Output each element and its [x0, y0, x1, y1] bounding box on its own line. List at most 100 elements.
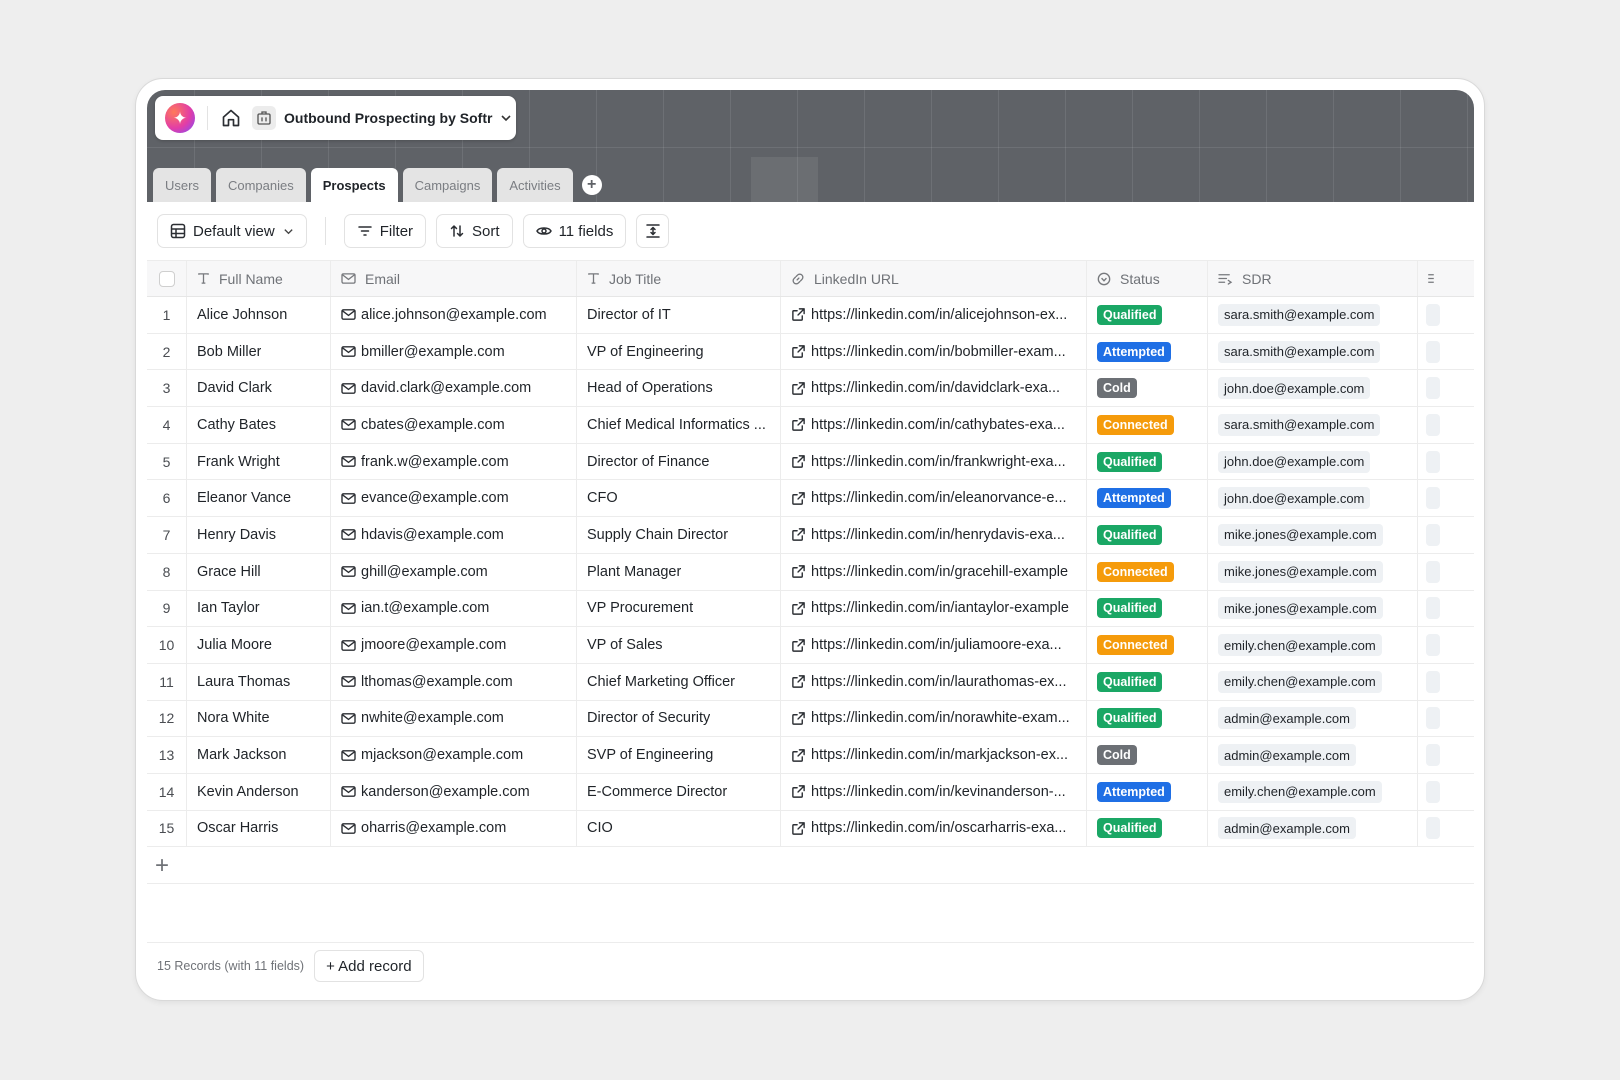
cell-linkedin[interactable]: https://linkedin.com/in/henrydavis-exa..…: [781, 517, 1087, 553]
cell-status[interactable]: Qualified: [1087, 443, 1208, 480]
cell-job-title[interactable]: E-Commerce Director: [577, 773, 781, 810]
cell-full-name[interactable]: Frank Wright: [187, 443, 331, 480]
cell-status[interactable]: Qualified: [1087, 297, 1208, 333]
cell-email[interactable]: ian.t@example.com: [331, 590, 577, 627]
cell-job-title[interactable]: Chief Marketing Officer: [577, 663, 781, 700]
cell-job-title[interactable]: CFO: [577, 480, 781, 517]
cell-more[interactable]: [1418, 517, 1474, 553]
cell-full-name[interactable]: Alice Johnson: [187, 297, 331, 333]
column-header-email[interactable]: Email: [331, 261, 577, 296]
select-all-checkbox[interactable]: [158, 270, 175, 287]
cell-linkedin[interactable]: https://linkedin.com/in/frankwright-exa.…: [781, 443, 1087, 480]
column-header-job-title[interactable]: Job Title: [577, 261, 781, 296]
cell-email[interactable]: cbates@example.com: [331, 407, 577, 443]
cell-email[interactable]: lthomas@example.com: [331, 663, 577, 700]
add-record-button[interactable]: + Add record: [314, 950, 424, 982]
tab-companies[interactable]: Companies: [215, 168, 306, 202]
tab-campaigns[interactable]: Campaigns: [402, 168, 493, 202]
linkedin-link[interactable]: https://linkedin.com/in/frankwright-exa.…: [781, 454, 1066, 470]
cell-job-title[interactable]: Director of Finance: [577, 443, 781, 480]
cell-email[interactable]: kanderson@example.com: [331, 773, 577, 810]
linkedin-link[interactable]: https://linkedin.com/in/iantaylor-exampl…: [781, 600, 1069, 616]
table-row[interactable]: 1 Alice Johnson alice.johnson@example.com D…: [147, 297, 1474, 334]
linkedin-link[interactable]: https://linkedin.com/in/gracehill-exampl…: [781, 564, 1068, 580]
email-value[interactable]: frank.w@example.com: [331, 454, 509, 470]
cell-sdr[interactable]: admin@example.com: [1208, 737, 1418, 773]
cell-email[interactable]: ghill@example.com: [331, 553, 577, 590]
cell-linkedin[interactable]: https://linkedin.com/in/cathybates-exa..…: [781, 407, 1087, 443]
table-row[interactable]: 5 Frank Wright frank.w@example.com Director…: [147, 443, 1474, 481]
table-row[interactable]: 3 David Clark david.clark@example.com Head …: [147, 370, 1474, 408]
cell-job-title[interactable]: CIO: [577, 810, 781, 847]
cell-sdr[interactable]: john.doe@example.com: [1208, 370, 1418, 407]
cell-email[interactable]: hdavis@example.com: [331, 517, 577, 553]
table-row[interactable]: 7 Henry Davis hdavis@example.com Supply Cha…: [147, 517, 1474, 554]
email-value[interactable]: ghill@example.com: [331, 564, 488, 580]
cell-full-name[interactable]: Grace Hill: [187, 553, 331, 590]
cell-job-title[interactable]: Director of IT: [577, 297, 781, 333]
cell-sdr[interactable]: sara.smith@example.com: [1208, 407, 1418, 443]
cell-more[interactable]: [1418, 774, 1474, 810]
cell-linkedin[interactable]: https://linkedin.com/in/alicejohnson-ex.…: [781, 297, 1087, 333]
cell-linkedin[interactable]: https://linkedin.com/in/kevinanderson-..…: [781, 773, 1087, 810]
cell-more[interactable]: [1418, 701, 1474, 737]
cell-status[interactable]: Qualified: [1087, 663, 1208, 700]
table-row[interactable]: 10 Julia Moore jmoore@example.com VP of Sal…: [147, 627, 1474, 664]
column-header-linkedin[interactable]: LinkedIn URL: [781, 261, 1087, 296]
cell-sdr[interactable]: mike.jones@example.com: [1208, 517, 1418, 553]
email-value[interactable]: david.clark@example.com: [331, 380, 531, 396]
email-value[interactable]: bmiller@example.com: [331, 344, 505, 360]
cell-full-name[interactable]: David Clark: [187, 370, 331, 407]
cell-email[interactable]: mjackson@example.com: [331, 737, 577, 773]
cell-more[interactable]: [1418, 664, 1474, 700]
cell-sdr[interactable]: emily.chen@example.com: [1208, 627, 1418, 663]
cell-linkedin[interactable]: https://linkedin.com/in/eleanorvance-e..…: [781, 480, 1087, 517]
tab-prospects[interactable]: Prospects: [310, 168, 398, 202]
linkedin-link[interactable]: https://linkedin.com/in/laurathomas-ex..…: [781, 674, 1066, 690]
email-value[interactable]: alice.johnson@example.com: [331, 307, 547, 323]
table-row[interactable]: 9 Ian Taylor ian.t@example.com VP Procureme…: [147, 590, 1474, 628]
cell-full-name[interactable]: Julia Moore: [187, 627, 331, 663]
cell-linkedin[interactable]: https://linkedin.com/in/davidclark-exa..…: [781, 370, 1087, 407]
cell-full-name[interactable]: Laura Thomas: [187, 663, 331, 700]
linkedin-link[interactable]: https://linkedin.com/in/juliamoore-exa..…: [781, 637, 1062, 653]
cell-full-name[interactable]: Eleanor Vance: [187, 480, 331, 517]
linkedin-link[interactable]: https://linkedin.com/in/markjackson-ex..…: [781, 747, 1068, 763]
cell-sdr[interactable]: emily.chen@example.com: [1208, 773, 1418, 810]
cell-linkedin[interactable]: https://linkedin.com/in/juliamoore-exa..…: [781, 627, 1087, 663]
cell-full-name[interactable]: Henry Davis: [187, 517, 331, 553]
cell-email[interactable]: david.clark@example.com: [331, 370, 577, 407]
cell-job-title[interactable]: VP Procurement: [577, 590, 781, 627]
cell-full-name[interactable]: Kevin Anderson: [187, 773, 331, 810]
cell-linkedin[interactable]: https://linkedin.com/in/iantaylor-exampl…: [781, 590, 1087, 627]
add-tab-button[interactable]: +: [581, 175, 602, 195]
cell-email[interactable]: bmiller@example.com: [331, 333, 577, 370]
cell-more[interactable]: [1418, 554, 1474, 590]
cell-email[interactable]: frank.w@example.com: [331, 443, 577, 480]
cell-status[interactable]: Qualified: [1087, 700, 1208, 737]
cell-status[interactable]: Qualified: [1087, 517, 1208, 553]
column-header-sdr[interactable]: SDR: [1208, 261, 1418, 296]
cell-status[interactable]: Connected: [1087, 627, 1208, 663]
email-value[interactable]: ian.t@example.com: [331, 600, 489, 616]
column-header-more[interactable]: [1418, 261, 1474, 296]
column-header-status[interactable]: Status: [1087, 261, 1208, 296]
cell-more[interactable]: [1418, 334, 1474, 370]
cell-more[interactable]: [1418, 444, 1474, 480]
add-row-button[interactable]: +: [147, 848, 1474, 884]
cell-job-title[interactable]: SVP of Engineering: [577, 737, 781, 773]
home-icon[interactable]: [218, 105, 244, 131]
cell-linkedin[interactable]: https://linkedin.com/in/norawhite-exam..…: [781, 700, 1087, 737]
table-row[interactable]: 12 Nora White nwhite@example.com Director o…: [147, 700, 1474, 738]
email-value[interactable]: evance@example.com: [331, 490, 509, 506]
table-row[interactable]: 6 Eleanor Vance evance@example.com CFO https…: [147, 480, 1474, 518]
fields-button[interactable]: 11 fields: [522, 214, 627, 248]
linkedin-link[interactable]: https://linkedin.com/in/henrydavis-exa..…: [781, 527, 1065, 543]
linkedin-link[interactable]: https://linkedin.com/in/eleanorvance-e..…: [781, 490, 1067, 506]
sort-button[interactable]: Sort: [436, 214, 513, 248]
cell-more[interactable]: [1418, 370, 1474, 406]
email-value[interactable]: kanderson@example.com: [331, 784, 530, 800]
cell-job-title[interactable]: Plant Manager: [577, 553, 781, 590]
cell-linkedin[interactable]: https://linkedin.com/in/laurathomas-ex..…: [781, 663, 1087, 700]
cell-status[interactable]: Connected: [1087, 553, 1208, 590]
